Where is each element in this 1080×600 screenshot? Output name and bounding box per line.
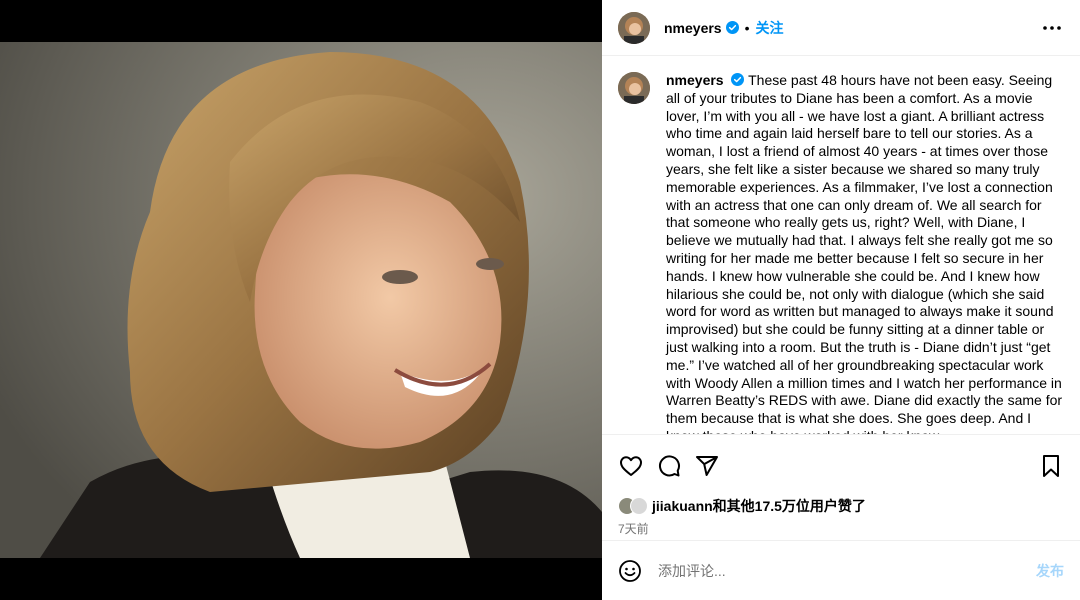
header-separator: • [744,19,750,36]
post-photo[interactable] [0,42,602,558]
author-avatar[interactable] [618,11,650,44]
liker-avatar [630,497,648,515]
caption-section: nmeyers These past 48 hours have not bee… [602,56,1080,434]
caption-text-block: nmeyers These past 48 hours have not bee… [666,72,1064,434]
likes-summary[interactable]: jiiakuann和其他17.5万位用户赞了 [652,496,866,516]
liker-avatars[interactable] [618,497,648,515]
action-bar [602,434,1080,496]
comment-bar: 发布 [602,540,1080,600]
likes-row: jiiakuann和其他17.5万位用户赞了 [602,496,1080,516]
emoji-smiley-icon[interactable] [618,559,642,583]
more-options-icon[interactable] [1040,16,1064,40]
caption-verified-badge-icon [731,73,745,86]
bookmark-icon[interactable] [1034,449,1068,483]
paper-plane-icon[interactable] [690,449,724,483]
post-timestamp[interactable]: 7天前 [602,516,1080,540]
caption-author-avatar[interactable] [618,72,650,104]
caption-username[interactable]: nmeyers [666,72,724,88]
follow-button[interactable]: 关注 [756,18,784,38]
comment-bubble-icon[interactable] [652,449,686,483]
author-username[interactable]: nmeyers [664,20,722,36]
caption-text: These past 48 hours have not been easy. … [666,72,1063,434]
post-header: nmeyers • 关注 [602,0,1080,56]
heart-icon[interactable] [614,449,648,483]
media-panel [0,0,602,600]
post-details-panel: nmeyers • 关注 nmeyers These past 48 hours… [602,0,1080,600]
comment-input[interactable] [658,562,1036,579]
post-viewer: nmeyers • 关注 nmeyers These past 48 hours… [0,0,1080,600]
verified-badge-icon [725,21,739,34]
post-comment-button[interactable]: 发布 [1036,561,1064,581]
